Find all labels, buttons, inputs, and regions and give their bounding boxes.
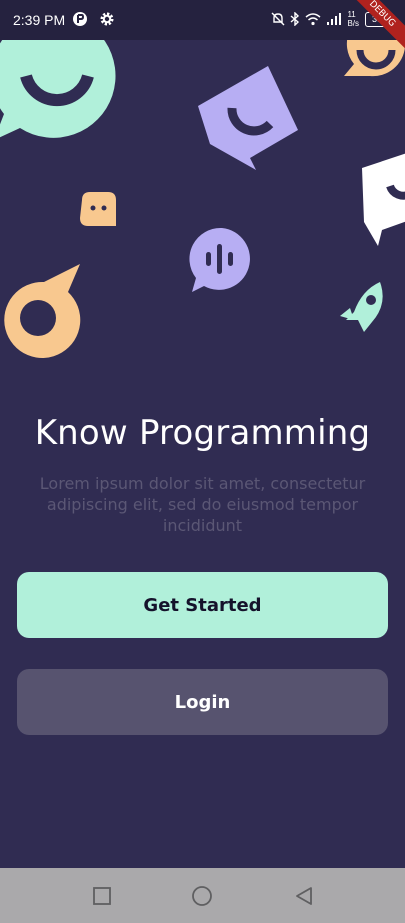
page-subtitle: Lorem ipsum dolor sit amet, consectetur … <box>39 474 366 535</box>
wink-pentagon-icon <box>198 66 298 170</box>
rocket-icon <box>340 282 383 332</box>
get-started-button[interactable]: Get Started <box>17 572 388 638</box>
home-icon[interactable] <box>191 885 213 907</box>
bluetooth-icon <box>290 12 300 26</box>
system-navigation-bar <box>0 868 405 923</box>
ring-drop-icon <box>4 264 81 358</box>
dots-bubble-icon <box>80 192 116 226</box>
back-icon[interactable] <box>293 885 315 907</box>
page-title: Know Programming <box>34 413 371 453</box>
app-notification-icon <box>73 12 87 26</box>
signal-icon <box>327 13 342 25</box>
voice-bubble-icon <box>189 227 250 292</box>
status-icons: 11 B/s <box>271 10 359 28</box>
network-speed-value: 11 <box>347 10 356 19</box>
status-bar: 2:39 PM 11 B/s 38 <box>0 0 405 40</box>
login-button[interactable]: Login <box>17 669 388 735</box>
login-label: Login <box>174 691 231 713</box>
network-speed-unit: B/s <box>347 19 359 28</box>
settings-gear-icon <box>100 12 114 26</box>
chat-arrow-icon <box>362 153 405 246</box>
wifi-icon <box>305 13 321 26</box>
mute-bell-icon <box>271 12 285 26</box>
get-started-label: Get Started <box>143 594 262 616</box>
recent-apps-icon[interactable] <box>91 885 113 907</box>
status-time: 2:39 PM <box>13 12 66 28</box>
network-speed: 11 B/s <box>347 10 359 28</box>
